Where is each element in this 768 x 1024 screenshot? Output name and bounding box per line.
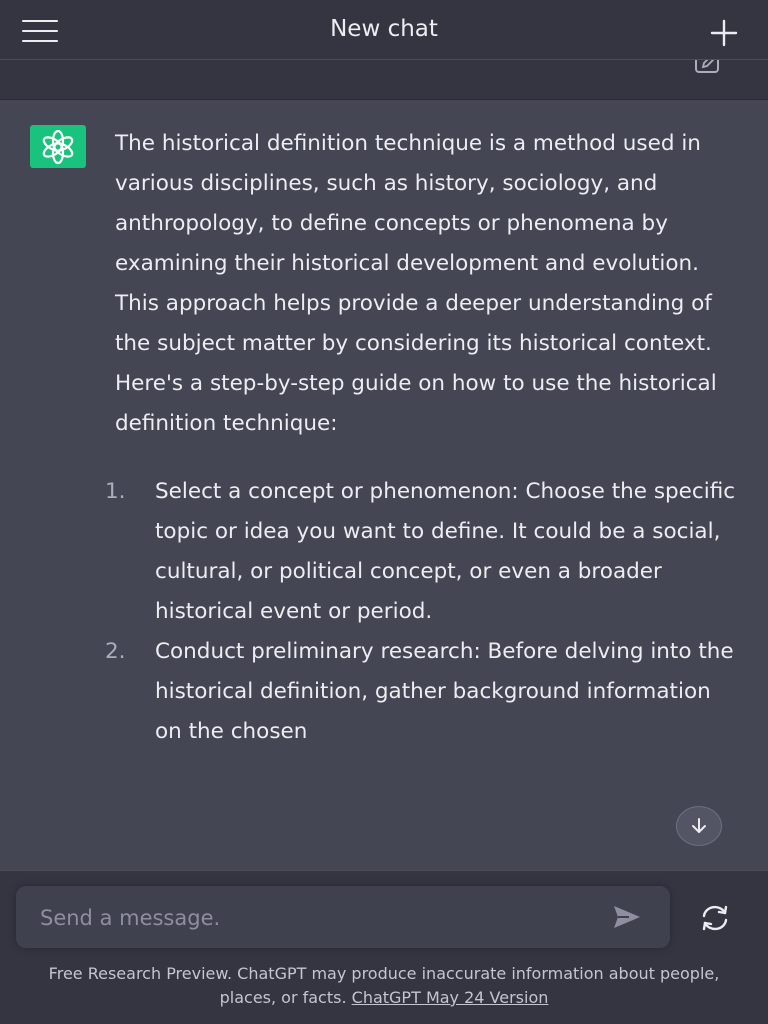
openai-logo-icon bbox=[30, 125, 86, 168]
step-list: 1. Select a concept or phenomenon: Choos… bbox=[105, 472, 740, 752]
edit-icon[interactable] bbox=[694, 60, 720, 74]
version-link[interactable]: ChatGPT May 24 Version bbox=[352, 988, 549, 1007]
list-item-number: 1. bbox=[105, 479, 126, 504]
message-input[interactable] bbox=[38, 886, 602, 950]
message-content: The historical definition technique is a… bbox=[105, 124, 740, 752]
top-bar: New chat bbox=[0, 0, 768, 60]
message-composer bbox=[16, 886, 670, 950]
scroll-to-bottom-button[interactable] bbox=[676, 806, 722, 846]
disclaimer-text: Free Research Preview. ChatGPT may produ… bbox=[20, 962, 748, 1010]
arrow-down-icon bbox=[692, 818, 706, 833]
list-item: 2. Conduct preliminary research: Before … bbox=[105, 632, 740, 752]
chat-title: New chat bbox=[330, 16, 438, 42]
plus-icon[interactable] bbox=[710, 19, 738, 47]
assistant-message: The historical definition technique is a… bbox=[0, 100, 768, 870]
list-item: 1. Select a concept or phenomenon: Choos… bbox=[105, 472, 740, 632]
paper-plane-icon[interactable] bbox=[612, 903, 642, 931]
list-item-text: Conduct preliminary research: Before del… bbox=[155, 639, 734, 744]
previous-message-strip bbox=[0, 60, 768, 100]
message-intro: The historical definition technique is a… bbox=[115, 131, 717, 436]
list-item-number: 2. bbox=[105, 639, 126, 664]
composer-area: Free Research Preview. ChatGPT may produ… bbox=[0, 870, 768, 1024]
refresh-icon[interactable] bbox=[698, 903, 732, 933]
list-item-text: Select a concept or phenomenon: Choose t… bbox=[155, 479, 736, 624]
